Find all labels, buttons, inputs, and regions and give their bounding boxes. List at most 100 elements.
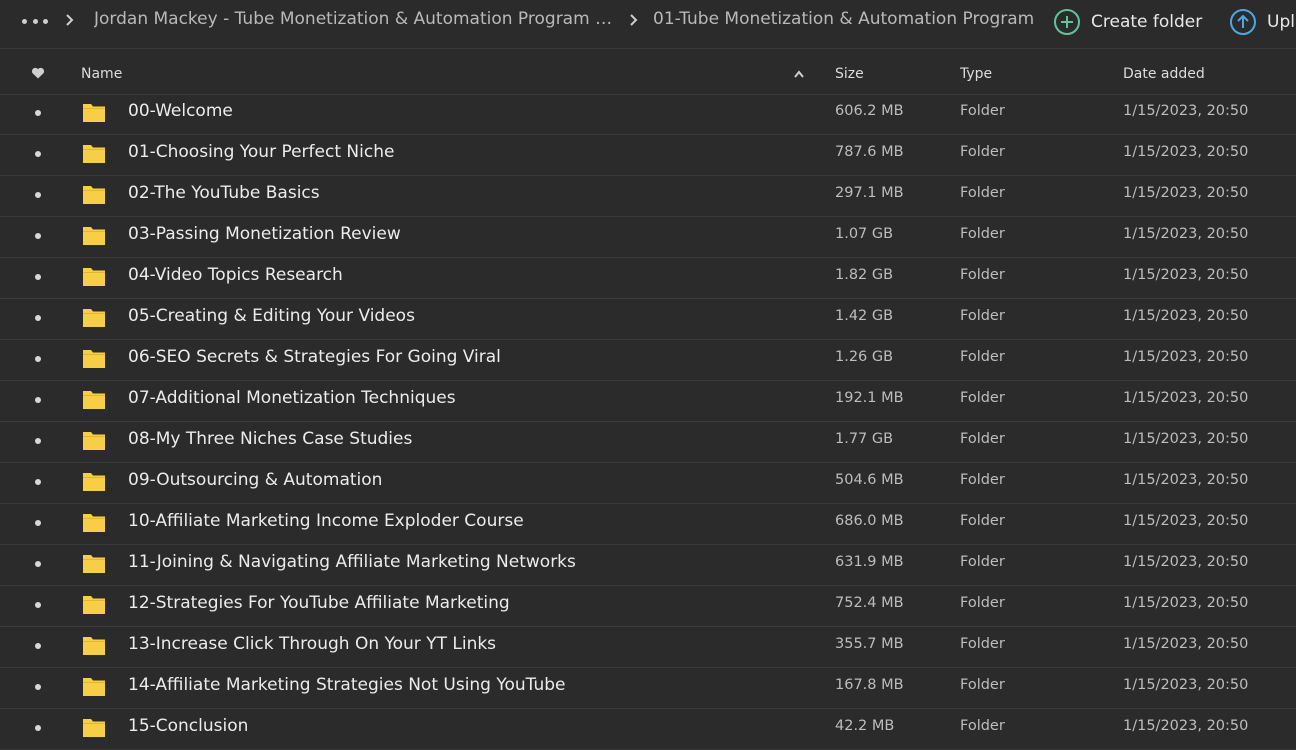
file-name[interactable]: 03-Passing Monetization Review bbox=[128, 224, 401, 244]
table-row[interactable]: 11-Joining & Navigating Affiliate Market… bbox=[0, 545, 1296, 586]
file-name[interactable]: 01-Choosing Your Perfect Niche bbox=[128, 142, 394, 162]
table-row[interactable]: 04-Video Topics Research 1.82 GB Folder 1/1… bbox=[0, 258, 1296, 299]
upload-arrow-icon bbox=[1230, 9, 1256, 35]
table-row[interactable]: 02-The YouTube Basics 297.1 MB Folder 1/15/… bbox=[0, 176, 1296, 217]
file-type: Folder bbox=[960, 308, 1005, 324]
favorite-dot-icon[interactable] bbox=[35, 520, 41, 526]
date-added: 1/15/2023, 20:50 bbox=[1123, 554, 1249, 570]
file-size: 631.9 MB bbox=[835, 554, 904, 570]
file-type: Folder bbox=[960, 390, 1005, 406]
file-size: 355.7 MB bbox=[835, 636, 904, 652]
file-name[interactable]: 04-Video Topics Research bbox=[128, 265, 343, 285]
date-added: 1/15/2023, 20:50 bbox=[1123, 226, 1249, 242]
folder-icon bbox=[83, 432, 105, 450]
more-options-icon[interactable] bbox=[22, 13, 48, 29]
file-type: Folder bbox=[960, 267, 1005, 283]
file-type: Folder bbox=[960, 472, 1005, 488]
table-row[interactable]: 07-Additional Monetization Techniques 192… bbox=[0, 381, 1296, 422]
table-header: Name Size Type Date added bbox=[0, 54, 1296, 95]
date-added: 1/15/2023, 20:50 bbox=[1123, 308, 1249, 324]
table-row[interactable]: 03-Passing Monetization Review 1.07 GB Fol… bbox=[0, 217, 1296, 258]
table-row[interactable]: 00-Welcome 606.2 MB Folder 1/15/2023, 20:50 bbox=[0, 94, 1296, 135]
chevron-right-icon bbox=[66, 14, 74, 26]
table-row[interactable]: 12-Strategies For YouTube Affiliate Mark… bbox=[0, 586, 1296, 627]
breadcrumb-item[interactable]: Jordan Mackey - Tube Monetization & Auto… bbox=[94, 9, 616, 29]
table-row[interactable]: 01-Choosing Your Perfect Niche 787.6 MB Fo… bbox=[0, 135, 1296, 176]
date-added: 1/15/2023, 20:50 bbox=[1123, 349, 1249, 365]
favorite-dot-icon[interactable] bbox=[35, 192, 41, 198]
upload-label: Upl bbox=[1267, 12, 1295, 32]
date-added: 1/15/2023, 20:50 bbox=[1123, 595, 1249, 611]
file-type: Folder bbox=[960, 431, 1005, 447]
table-row[interactable]: 13-Increase Click Through On Your YT Lin… bbox=[0, 627, 1296, 668]
column-header-type[interactable]: Type bbox=[960, 66, 992, 82]
folder-icon bbox=[83, 145, 105, 163]
create-folder-label: Create folder bbox=[1091, 12, 1203, 32]
file-name[interactable]: 08-My Three Niches Case Studies bbox=[128, 429, 412, 449]
column-header-size[interactable]: Size bbox=[835, 66, 864, 82]
column-header-name[interactable]: Name bbox=[81, 66, 122, 82]
favorite-dot-icon[interactable] bbox=[35, 151, 41, 157]
favorite-dot-icon[interactable] bbox=[35, 725, 41, 731]
file-name[interactable]: 12-Strategies For YouTube Affiliate Mark… bbox=[128, 593, 510, 613]
file-name[interactable]: 11-Joining & Navigating Affiliate Market… bbox=[128, 552, 576, 572]
date-added: 1/15/2023, 20:50 bbox=[1123, 431, 1249, 447]
file-name[interactable]: 10-Affiliate Marketing Income Exploder C… bbox=[128, 511, 524, 531]
file-list: 00-Welcome 606.2 MB Folder 1/15/2023, 20:50… bbox=[0, 94, 1296, 750]
favorite-dot-icon[interactable] bbox=[35, 356, 41, 362]
folder-icon bbox=[83, 637, 105, 655]
favorite-dot-icon[interactable] bbox=[35, 438, 41, 444]
file-name[interactable]: 14-Affiliate Marketing Strategies Not Us… bbox=[128, 675, 566, 695]
file-type: Folder bbox=[960, 226, 1005, 242]
table-row[interactable]: 05-Creating & Editing Your Videos 1.42 GB… bbox=[0, 299, 1296, 340]
table-row[interactable]: 14-Affiliate Marketing Strategies Not Us… bbox=[0, 668, 1296, 709]
date-added: 1/15/2023, 20:50 bbox=[1123, 185, 1249, 201]
favorite-dot-icon[interactable] bbox=[35, 397, 41, 403]
favorite-dot-icon[interactable] bbox=[35, 479, 41, 485]
table-row[interactable]: 06-SEO Secrets & Strategies For Going Vi… bbox=[0, 340, 1296, 381]
favorite-dot-icon[interactable] bbox=[35, 233, 41, 239]
favorite-dot-icon[interactable] bbox=[35, 315, 41, 321]
table-row[interactable]: 09-Outsourcing & Automation 504.6 MB Folde… bbox=[0, 463, 1296, 504]
favorite-dot-icon[interactable] bbox=[35, 684, 41, 690]
file-size: 1.07 GB bbox=[835, 226, 894, 242]
table-row[interactable]: 08-My Three Niches Case Studies 1.77 GB Fo… bbox=[0, 422, 1296, 463]
file-type: Folder bbox=[960, 513, 1005, 529]
table-row[interactable]: 10-Affiliate Marketing Income Exploder C… bbox=[0, 504, 1296, 545]
file-name[interactable]: 13-Increase Click Through On Your YT Lin… bbox=[128, 634, 496, 654]
favorite-dot-icon[interactable] bbox=[35, 274, 41, 280]
favorite-dot-icon[interactable] bbox=[35, 110, 41, 116]
create-folder-button[interactable]: Create folder bbox=[1053, 6, 1202, 38]
file-size: 1.77 GB bbox=[835, 431, 894, 447]
file-type: Folder bbox=[960, 595, 1005, 611]
file-name[interactable]: 05-Creating & Editing Your Videos bbox=[128, 306, 415, 326]
top-bar: Jordan Mackey - Tube Monetization & Auto… bbox=[0, 0, 1296, 49]
date-added: 1/15/2023, 20:50 bbox=[1123, 144, 1249, 160]
folder-icon bbox=[83, 473, 105, 491]
file-type: Folder bbox=[960, 349, 1005, 365]
date-added: 1/15/2023, 20:50 bbox=[1123, 103, 1249, 119]
file-size: 752.4 MB bbox=[835, 595, 904, 611]
favorite-dot-icon[interactable] bbox=[35, 602, 41, 608]
file-name[interactable]: 02-The YouTube Basics bbox=[128, 183, 320, 203]
breadcrumb-current[interactable]: 01-Tube Monetization & Automation Progra… bbox=[653, 9, 1034, 29]
folder-icon bbox=[83, 227, 105, 245]
file-size: 192.1 MB bbox=[835, 390, 904, 406]
heart-icon[interactable] bbox=[31, 66, 45, 80]
upload-button[interactable]: Upl bbox=[1229, 6, 1295, 38]
file-size: 42.2 MB bbox=[835, 718, 895, 734]
file-type: Folder bbox=[960, 718, 1005, 734]
chevron-right-icon bbox=[630, 14, 638, 26]
file-name[interactable]: 06-SEO Secrets & Strategies For Going Vi… bbox=[128, 347, 501, 367]
file-name[interactable]: 15-Conclusion bbox=[128, 716, 248, 736]
date-added: 1/15/2023, 20:50 bbox=[1123, 390, 1249, 406]
file-type: Folder bbox=[960, 554, 1005, 570]
file-name[interactable]: 09-Outsourcing & Automation bbox=[128, 470, 382, 490]
table-row[interactable]: 15-Conclusion 42.2 MB Folder 1/15/2023, 20:… bbox=[0, 709, 1296, 750]
sort-ascending-icon[interactable] bbox=[793, 69, 805, 79]
favorite-dot-icon[interactable] bbox=[35, 561, 41, 567]
file-name[interactable]: 07-Additional Monetization Techniques bbox=[128, 388, 456, 408]
favorite-dot-icon[interactable] bbox=[35, 643, 41, 649]
column-header-date[interactable]: Date added bbox=[1123, 66, 1205, 82]
file-name[interactable]: 00-Welcome bbox=[128, 101, 233, 121]
